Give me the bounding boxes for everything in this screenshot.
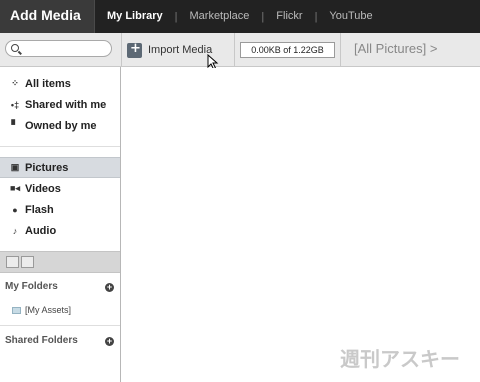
sidebar-item-flash[interactable]: ● Flash — [0, 199, 120, 220]
folder-view-button[interactable] — [6, 256, 19, 268]
shared-icon: •‡ — [10, 99, 20, 110]
sidebar-item-label: Videos — [25, 182, 61, 195]
video-camera-icon: ■◂ — [10, 183, 20, 193]
breadcrumb[interactable]: [All Pictures] > — [354, 41, 437, 56]
view-toggle-bar — [0, 251, 120, 273]
divider — [0, 325, 120, 326]
sidebar-item-owned-by-me[interactable]: ▘ Owned by me — [0, 115, 120, 136]
picture-icon: ▣ — [10, 162, 20, 172]
flash-icon: ● — [12, 204, 18, 215]
sidebar-item-pictures[interactable]: ▣ Pictures — [0, 157, 120, 178]
sidebar-item-audio[interactable]: ♪ Audio — [0, 220, 120, 241]
tag-view-button[interactable] — [21, 256, 34, 268]
search-icon — [11, 44, 19, 52]
sidebar-item-videos[interactable]: ■◂ Videos — [0, 178, 120, 199]
watermark-logo: 週刊アスキー — [340, 347, 460, 371]
sidebar-item-label: Flash — [25, 203, 54, 216]
library-tabs: My Library | Marketplace | Flickr | YouT… — [95, 0, 385, 33]
toolbar-divider — [234, 33, 235, 67]
toolbar-divider — [121, 33, 122, 67]
filter-list: ⁘ All items •‡ Shared with me ▘ Owned by… — [0, 73, 120, 136]
sidebar-item-shared-with-me[interactable]: •‡ Shared with me — [0, 94, 120, 115]
sidebar-item-all-items[interactable]: ⁘ All items — [0, 73, 120, 94]
sidebar-item-label: All items — [25, 77, 71, 90]
storage-usage: 0.00KB of 1.22GB — [240, 42, 335, 58]
folder-icon — [12, 306, 21, 314]
sidebar-item-label: Owned by me — [25, 119, 97, 132]
import-icon — [127, 41, 142, 58]
folder-label: [My Assets] — [25, 305, 72, 315]
import-media-button[interactable]: Import Media — [127, 39, 212, 61]
tab-my-library[interactable]: My Library — [95, 1, 175, 32]
tab-marketplace[interactable]: Marketplace — [178, 1, 262, 32]
shared-folders-heading: Shared Folders — [5, 335, 78, 346]
toolbar-divider — [340, 33, 341, 67]
media-content-area — [122, 68, 480, 382]
type-list: ▣ Pictures ■◂ Videos ● Flash ♪ Audio — [0, 157, 120, 241]
import-media-label: Import Media — [148, 44, 213, 56]
sidebar-item-label: Shared with me — [25, 98, 107, 111]
add-folder-button[interactable]: + — [105, 283, 114, 292]
all-items-icon: ⁘ — [11, 78, 19, 88]
owner-icon: ▘ — [11, 120, 19, 130]
tab-flickr[interactable]: Flickr — [264, 1, 314, 32]
music-note-icon: ♪ — [12, 225, 18, 236]
tab-youtube[interactable]: YouTube — [317, 1, 384, 32]
folder-item[interactable]: [My Assets] — [12, 305, 71, 315]
search-input[interactable] — [22, 42, 108, 55]
sidebar-item-label: Audio — [25, 224, 57, 237]
sidebar: ⁘ All items •‡ Shared with me ▘ Owned by… — [0, 67, 121, 382]
my-folders-heading: My Folders — [5, 281, 58, 292]
sidebar-item-label: Pictures — [25, 161, 69, 174]
app-title: Add Media — [0, 0, 95, 33]
divider — [0, 146, 120, 147]
search-box[interactable] — [5, 40, 112, 57]
add-shared-folder-button[interactable]: + — [105, 337, 114, 346]
top-bar: Add Media My Library | Marketplace | Fli… — [0, 0, 480, 33]
toolbar: Import Media 0.00KB of 1.22GB [All Pictu… — [0, 33, 480, 67]
